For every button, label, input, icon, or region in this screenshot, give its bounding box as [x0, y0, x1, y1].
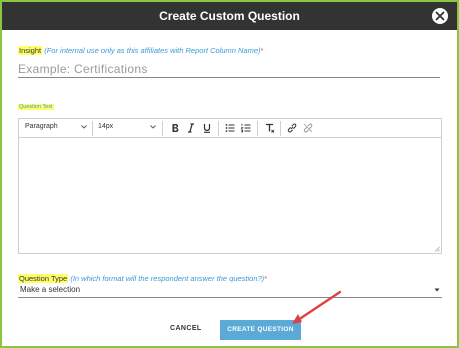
annotation-arrow-icon	[292, 290, 342, 324]
dialog: Create Custom Question Insight (For inte…	[0, 0, 459, 348]
